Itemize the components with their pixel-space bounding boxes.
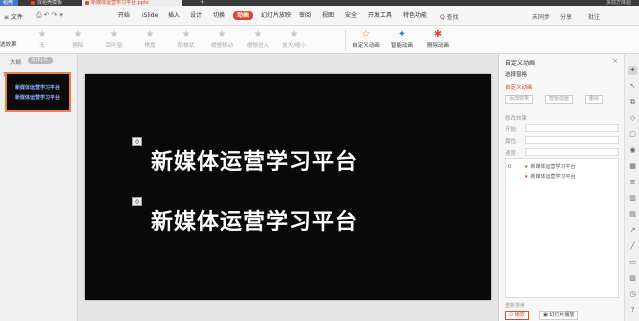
- app-icon: [31, 0, 35, 5]
- comment-button[interactable]: 批注: [588, 12, 600, 21]
- line-icon[interactable]: ╱: [628, 242, 637, 251]
- effect-zoom[interactable]: ★ 放大/缩小: [278, 28, 310, 49]
- star-icon: ★: [217, 29, 227, 40]
- share-icon[interactable]: ↗: [628, 226, 637, 235]
- smart-animation-dropdown[interactable]: 智能动画: [545, 95, 574, 104]
- slide-canvas[interactable]: 0 新媒体运营学习平台 0 新媒体运营学习平台: [85, 74, 491, 300]
- share-button[interactable]: 分享: [560, 12, 572, 21]
- image-icon[interactable]: ▨: [628, 274, 637, 283]
- tab-outline[interactable]: 大纲: [10, 58, 21, 66]
- copy-icon[interactable]: ⧉: [628, 98, 637, 107]
- star-icon: ★: [253, 29, 263, 40]
- menu-start[interactable]: 开始: [118, 12, 130, 20]
- slide-canvas-area: 0 新媒体运营学习平台 0 新媒体运营学习平台: [78, 54, 498, 321]
- effect-crawl[interactable]: ★ 缓慢移动: [206, 28, 238, 49]
- speed-label: 速度:: [505, 151, 518, 157]
- shape-icon[interactable]: ◇: [628, 114, 637, 123]
- close-icon[interactable]: ×: [612, 57, 618, 65]
- property-select[interactable]: [525, 136, 619, 144]
- menu-animation[interactable]: 动画: [233, 11, 254, 20]
- animation-order-marker[interactable]: 0: [132, 137, 142, 146]
- select-pane-button[interactable]: 选择窗格: [505, 70, 527, 78]
- custom-animation-pane: 自定义动画 × 选择窗格 自定义动画 添加效果 智能动画 删除 修改效果 开始:…: [498, 54, 624, 321]
- slide-thumbnail[interactable]: 新媒体运营学习平台 新媒体运营学习平台: [5, 72, 71, 112]
- menu-review[interactable]: 审阅: [299, 12, 311, 20]
- delete-animation-button[interactable]: ✱ 删除动画: [422, 28, 454, 49]
- modify-effect-label: 修改效果: [505, 116, 528, 122]
- slide-text-line-1[interactable]: 新媒体运营学习平台: [151, 144, 358, 176]
- start-label: 开始:: [505, 127, 518, 133]
- effect-slow-in[interactable]: ★ 缓慢进入: [242, 28, 274, 49]
- delete-animation-icon: ✱: [433, 29, 443, 40]
- menu-view[interactable]: 视图: [322, 12, 334, 20]
- menu-design[interactable]: 设计: [190, 12, 202, 20]
- table-icon[interactable]: ▦: [628, 162, 637, 171]
- star-icon: ★: [181, 29, 191, 40]
- menu-features[interactable]: 特色功能: [403, 12, 427, 20]
- menu-transition[interactable]: 切换: [213, 12, 225, 20]
- star-icon: ★: [289, 29, 299, 40]
- menu-slideshow[interactable]: 幻灯片放映: [261, 12, 291, 20]
- thumb-text-line: 新媒体运营学习平台: [15, 85, 61, 91]
- select-icon[interactable]: ↖: [628, 82, 637, 91]
- chart-icon[interactable]: ▥: [628, 194, 637, 203]
- ppt-icon: [85, 0, 89, 5]
- star-icon: ★: [524, 164, 529, 170]
- star-icon: ★: [109, 29, 119, 40]
- pane-title: 自定义动画: [505, 60, 536, 67]
- star-icon: ★: [73, 29, 83, 40]
- search-button[interactable]: Q 查找: [440, 12, 459, 21]
- reorder-label[interactable]: 重新排序: [505, 302, 525, 309]
- bars-icon[interactable]: ≡: [628, 178, 637, 187]
- location-icon[interactable]: ◉: [628, 146, 637, 155]
- effect-blinds[interactable]: ★ 百叶窗: [98, 28, 130, 49]
- effect-wipe[interactable]: ★ 擦除: [62, 28, 94, 49]
- help-icon[interactable]: ?: [628, 306, 637, 315]
- star-icon: ★: [145, 29, 155, 40]
- speed-select[interactable]: [525, 148, 619, 156]
- smart-animation-icon: ✦: [397, 29, 407, 40]
- menu-insert[interactable]: 插入: [168, 12, 180, 20]
- sync-status[interactable]: 未同步: [532, 12, 550, 21]
- animation-ribbon: 选效果 ★ 无 ★ 擦除 ★ 百叶窗 ★ 棋盘 ★ 阶梯状 ★ 缓慢移动 ★ 缓慢进入 ★ 放大…: [0, 26, 639, 54]
- grid-icon[interactable]: ▤: [628, 210, 637, 219]
- side-icon-strip: ✦ ↖ ⧉ ◇ ▢ ◉ ▦ ≡ ▥ ▤ ↗ ╱ ▭ ▨ ◷ ?: [624, 54, 639, 321]
- tab-slides[interactable]: 幻灯片: [28, 57, 53, 64]
- custom-animation-section: 自定义动画: [505, 85, 533, 91]
- pin-icon[interactable]: ✦: [628, 66, 637, 75]
- property-label: 属性:: [505, 139, 518, 145]
- menu-bar: ≡ 文件 ⎙↶↷▾ 开始 iSlide 插入 设计 切换 动画 幻灯片放映 审阅…: [0, 6, 639, 26]
- ribbon-preview-label[interactable]: 选效果: [0, 40, 17, 48]
- menu-islide[interactable]: iSlide: [142, 12, 158, 20]
- smart-animation-button[interactable]: ✦ 智能动画: [386, 28, 418, 49]
- delete-button[interactable]: 删除: [585, 95, 604, 104]
- animation-order-marker[interactable]: 0: [132, 197, 142, 206]
- custom-animation-button[interactable]: ☆ 自定义动画: [350, 28, 382, 49]
- effect-stairs[interactable]: ★ 阶梯状: [170, 28, 202, 49]
- quick-access-icons[interactable]: ⎙↶↷▾: [36, 11, 65, 20]
- effect-checkerboard[interactable]: ★ 棋盘: [134, 28, 166, 49]
- thumb-text-line: 新媒体运营学习平台: [15, 95, 61, 101]
- star-icon: ★: [524, 174, 529, 180]
- chat-icon[interactable]: ▢: [628, 130, 637, 139]
- slideshow-button[interactable]: ▣ 幻灯片播放: [539, 311, 579, 320]
- custom-animation-icon: ☆: [361, 29, 371, 40]
- animation-list-item[interactable]: 0 ★ 新媒体运营学习平台: [508, 163, 576, 170]
- add-effect-button[interactable]: 添加效果: [505, 95, 534, 104]
- animation-list[interactable]: 0 ★ 新媒体运营学习平台 ★ 新媒体运营学习平台: [505, 158, 619, 298]
- slide-thumbnail-pane: 大纲 幻灯片 1 新媒体运营学习平台 新媒体运营学习平台: [0, 54, 78, 321]
- file-menu[interactable]: ≡ 文件: [4, 12, 23, 21]
- ribbon-divider: [345, 29, 346, 51]
- effect-none[interactable]: ★ 无: [26, 28, 58, 49]
- star-icon: ★: [37, 29, 47, 40]
- play-button[interactable]: ⊙ 播放: [505, 311, 529, 320]
- frame-icon[interactable]: ▭: [628, 258, 637, 267]
- slide-text-line-2[interactable]: 新媒体运营学习平台: [151, 204, 358, 236]
- menu-security[interactable]: 安全: [345, 12, 357, 20]
- menu-developer[interactable]: 开发工具: [368, 12, 392, 20]
- clock-icon[interactable]: ◷: [628, 290, 637, 299]
- animation-list-item[interactable]: ★ 新媒体运营学习平台: [508, 173, 576, 180]
- start-select[interactable]: [525, 124, 619, 132]
